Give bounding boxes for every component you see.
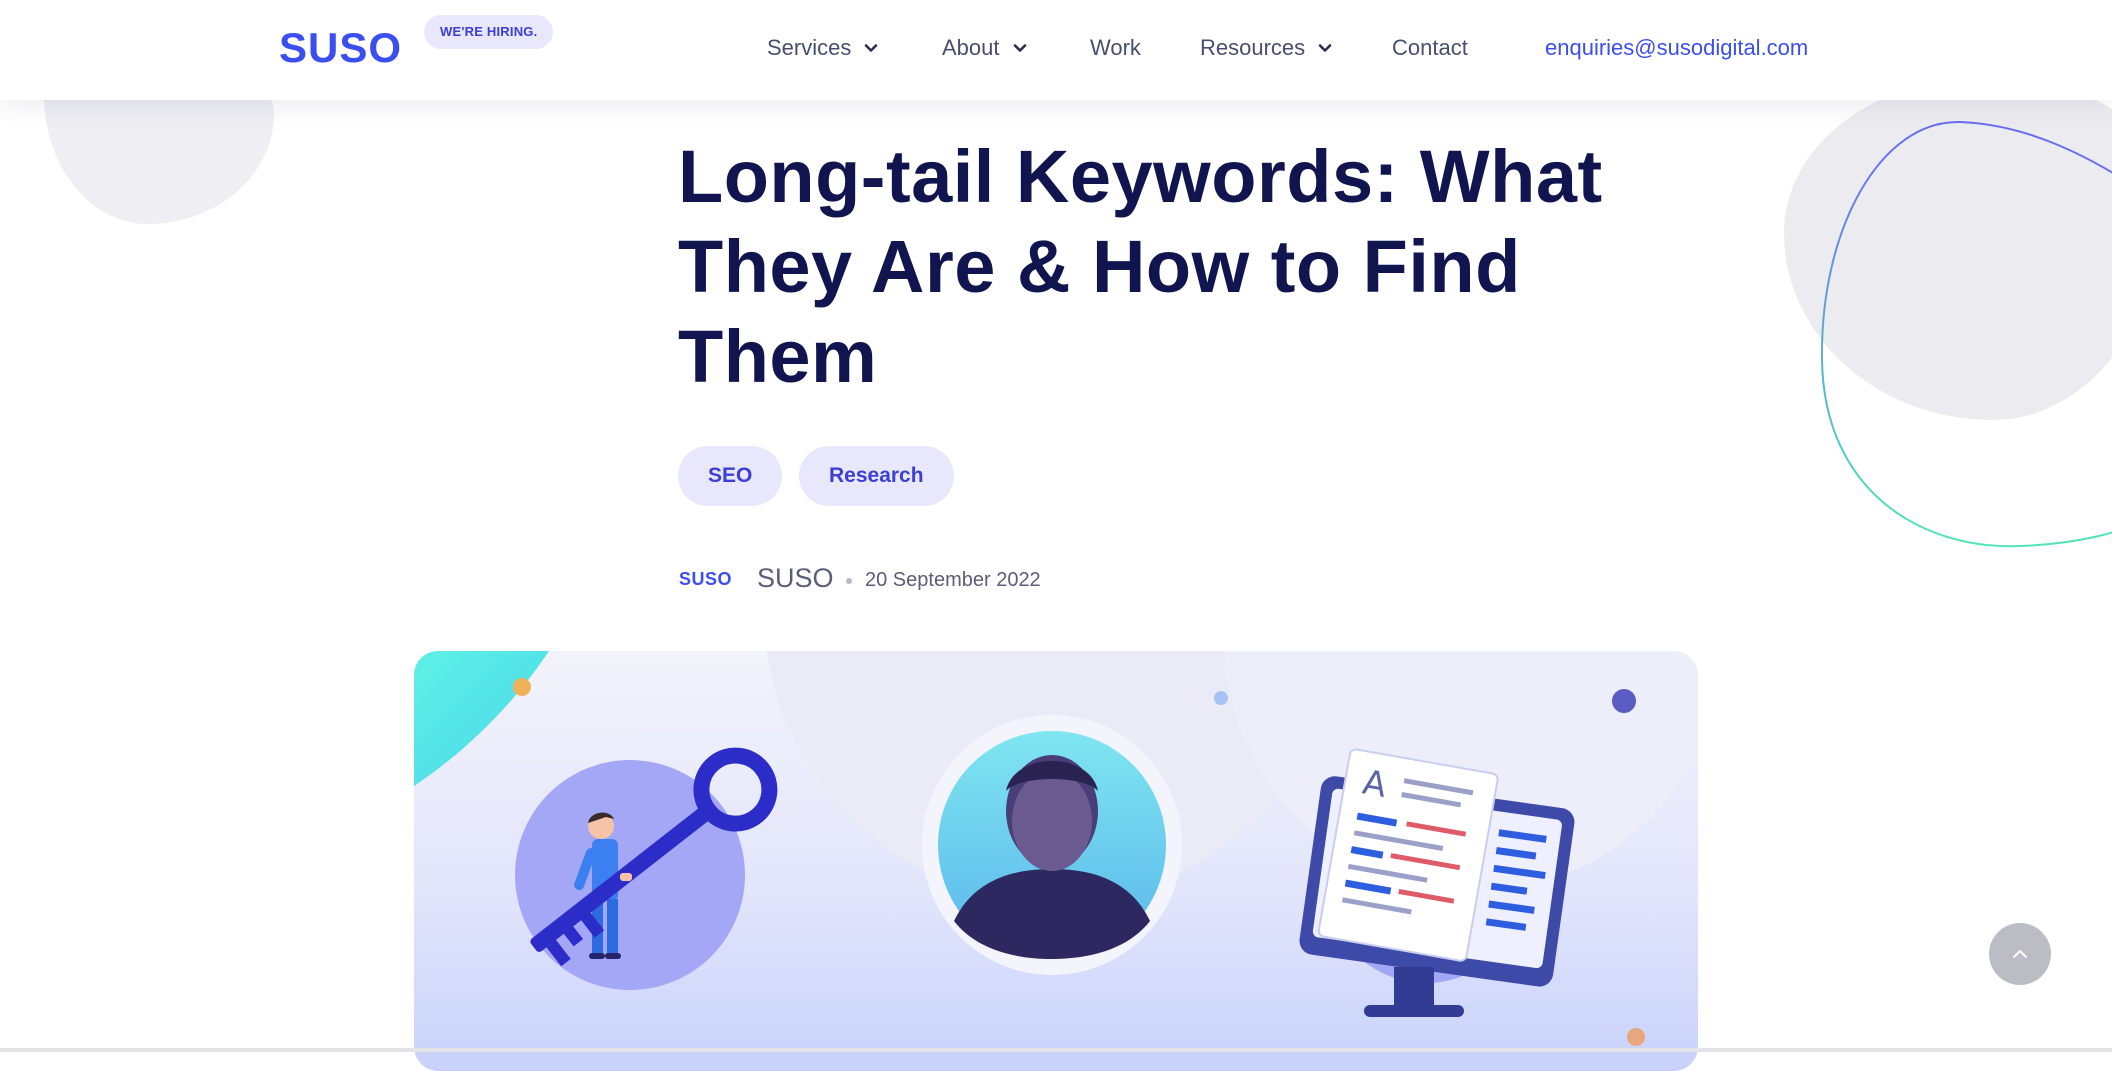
person-with-key-illustration: [515, 747, 778, 990]
decorative-dot: [1214, 691, 1228, 705]
chevron-down-icon: [1318, 44, 1332, 52]
decorative-outline-right: [1820, 120, 2112, 548]
tag-seo[interactable]: SEO: [678, 446, 783, 506]
article-title: Long-tail Keywords: What They Are & How …: [678, 135, 1603, 398]
author-name[interactable]: SUSO: [757, 560, 834, 596]
hero-image: A: [414, 651, 1698, 1071]
nav-about-label: About: [942, 35, 1000, 60]
hero-illustration: A: [414, 651, 1698, 1046]
site-header: SUSO WE'RE HIRING. Services About Work R…: [0, 0, 2112, 100]
decorative-dot: [1627, 1028, 1645, 1046]
decorative-dot: [1612, 689, 1636, 713]
decorative-dot: [513, 678, 531, 696]
hiring-badge[interactable]: WE'RE HIRING.: [424, 15, 554, 49]
nav-services[interactable]: Services: [767, 30, 879, 66]
meta-separator: [846, 578, 852, 584]
nav-work[interactable]: Work: [1090, 30, 1141, 66]
author-portrait: [922, 715, 1182, 975]
author-avatar-logo[interactable]: SUSO: [679, 566, 732, 592]
tag-research[interactable]: Research: [799, 446, 954, 506]
suso-logo[interactable]: SUSO: [279, 22, 402, 74]
nav-services-label: Services: [767, 35, 852, 60]
chevron-down-icon: [1013, 44, 1026, 52]
page-bottom-edge: [0, 1048, 2112, 1052]
scroll-to-top-button[interactable]: [1989, 923, 2051, 985]
publish-date: 20 September 2022: [865, 569, 1041, 591]
corner-shape: [414, 651, 549, 786]
chevron-up-icon: [2013, 950, 2027, 958]
nav-about[interactable]: About: [942, 30, 1028, 66]
nav-contact[interactable]: Contact: [1392, 30, 1468, 66]
chevron-down-icon: [865, 44, 878, 52]
nav-contact-label: Contact: [1392, 35, 1468, 60]
nav-resources[interactable]: Resources: [1200, 30, 1333, 66]
email-link[interactable]: enquiries@susodigital.com: [1545, 30, 1808, 66]
nav-work-label: Work: [1090, 35, 1141, 60]
nav-resources-label: Resources: [1200, 35, 1306, 60]
